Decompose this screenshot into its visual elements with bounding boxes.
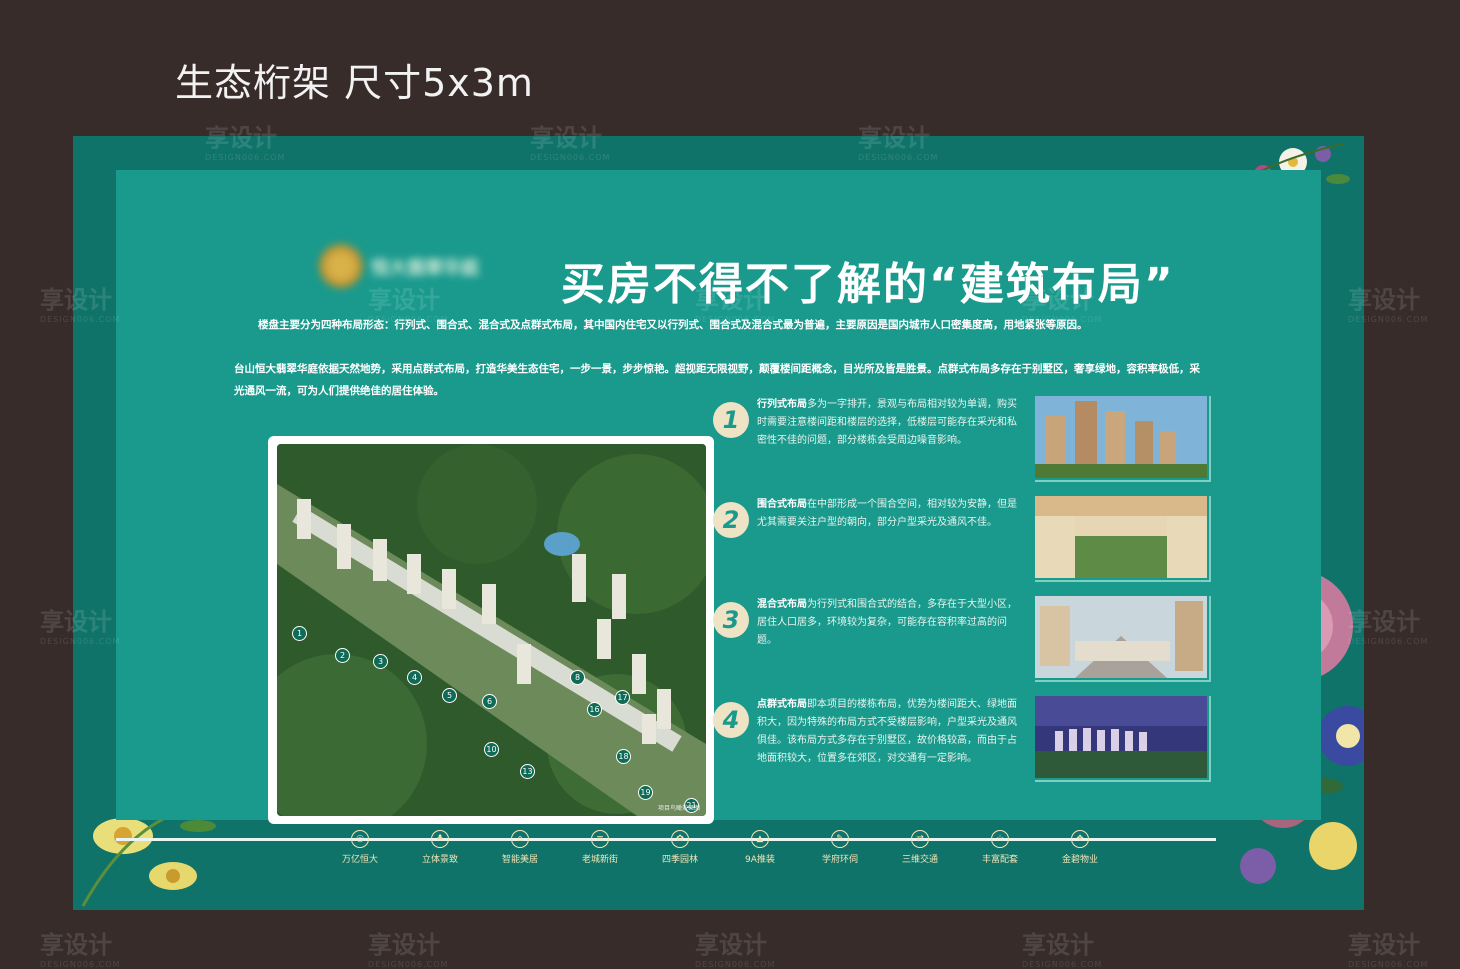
- building-pin: 19: [638, 785, 653, 800]
- facility-icon: ☆: [991, 830, 1009, 848]
- building-pin: 17: [615, 690, 630, 705]
- layout-title: 行列式布局: [757, 399, 807, 410]
- watermark: 享设计 DESIGN006.COM: [40, 608, 121, 646]
- feature-label: 三维交通: [901, 855, 938, 865]
- home-icon: ⌂: [511, 830, 529, 848]
- building-pin: 8: [570, 670, 585, 685]
- building-pin: 2: [335, 648, 350, 663]
- feature-label: 智能美居: [501, 855, 538, 865]
- feature-item: ✿ 四季园林: [650, 830, 710, 865]
- feature-item: ⇄ 三维交通: [890, 830, 950, 865]
- watermark: 享设计 DESIGN006.COM: [368, 931, 449, 969]
- watermark: 享设计 DESIGN006.COM: [1022, 286, 1103, 324]
- tree-icon: ♣: [431, 830, 449, 848]
- traffic-icon: ⇄: [911, 830, 929, 848]
- feature-label: 四季园林: [661, 855, 698, 865]
- school-icon: ✎: [831, 830, 849, 848]
- building-pin: 1: [292, 626, 307, 641]
- watermark: 享设计 DESIGN006.COM: [530, 124, 611, 162]
- building-pin: 18: [616, 749, 631, 764]
- watermark: 享设计 DESIGN006.COM: [1022, 931, 1103, 969]
- layout-item-4: 4 点群式布局即本项目的楼栋布局，优势为楼间距大、绿地面积大，因为特殊的布局方式…: [713, 696, 1211, 792]
- watermark: 享设计 DESIGN006.COM: [205, 124, 286, 162]
- garden-icon: ✿: [671, 830, 689, 848]
- layout-description: 围合式布局在中部形成一个围合空间，相对较为安静，但是尤其需要关注户型的朝向，部分…: [757, 496, 1019, 532]
- layout-title: 混合式布局: [757, 599, 807, 610]
- building-pin: 3: [373, 654, 388, 669]
- building-pin: 6: [482, 694, 497, 709]
- feature-item: ≡ 老城新街: [570, 830, 630, 865]
- page-caption: 生态桁架 尺寸5x3m: [175, 61, 534, 105]
- content-panel: 恒大翡翠华庭 买房不得不了解的“建筑布局” 楼盘主要分为四种布局形态：行列式、围…: [116, 170, 1321, 841]
- layout-item-2: 2 围合式布局在中部形成一个围合空间，相对较为安静，但是尤其需要关注户型的朝向，…: [713, 496, 1211, 592]
- feature-label: 金碧物业: [1061, 855, 1098, 865]
- photo-note: 项目鸟瞰效果图: [657, 805, 700, 812]
- watermark: 享设计 DESIGN006.COM: [40, 286, 121, 324]
- street-icon: ≡: [591, 830, 609, 848]
- feature-item: ♣ 立体景致: [410, 830, 470, 865]
- building-pin: 4: [407, 670, 422, 685]
- watermark: 享设计 DESIGN006.COM: [40, 931, 121, 969]
- feature-item: ✎ 学府环伺: [810, 830, 870, 865]
- feature-label: 立体景致: [421, 855, 458, 865]
- watermark: 享设计 DESIGN006.COM: [695, 286, 776, 324]
- layout-photo: [1035, 496, 1211, 582]
- feature-label: 丰富配套: [981, 855, 1018, 865]
- number-badge: 1: [713, 402, 749, 438]
- layout-description: 混合式布局为行列式和围合式的结合，多存在于大型小区，居住人口居多，环境较为复杂，…: [757, 596, 1019, 650]
- feature-item: ◎ 万亿恒大: [330, 830, 390, 865]
- watermark: 享设计 DESIGN006.COM: [1348, 931, 1429, 969]
- number-badge: 2: [713, 502, 749, 538]
- building-pin: 10: [484, 742, 499, 757]
- building-icon: ▲: [751, 830, 769, 848]
- layout-title: 点群式布局: [757, 699, 807, 710]
- layout-description: 行列式布局多为一字排开，景观与布局相对较为单调，购买时需要注意楼间距和楼层的选择…: [757, 396, 1019, 450]
- layout-item-3: 3 混合式布局为行列式和围合式的结合，多存在于大型小区，居住人口居多，环境较为复…: [713, 596, 1211, 692]
- feature-item: ☆ 丰富配套: [970, 830, 1030, 865]
- service-icon: ❖: [1071, 830, 1089, 848]
- watermark: 享设计 DESIGN006.COM: [695, 931, 776, 969]
- number-badge: 3: [713, 602, 749, 638]
- feature-row: ◎ 万亿恒大 ♣ 立体景致 ⌂ 智能美居 ≡ 老城新街 ✿ 四季园林 ▲ 9A推装 ✎ 学府环…: [323, 830, 1123, 870]
- watermark: 享设计 DESIGN006.COM: [368, 286, 449, 324]
- feature-item: ▲ 9A推装: [730, 830, 790, 865]
- number-badge: 4: [713, 702, 749, 738]
- building-pin: 16: [587, 702, 602, 717]
- feature-item: ⌂ 智能美居: [490, 830, 550, 865]
- layout-photo: [1035, 396, 1211, 482]
- building-pin: 13: [520, 764, 535, 779]
- layout-photo: [1035, 696, 1211, 782]
- layout-description: 点群式布局即本项目的楼栋布局，优势为楼间距大、绿地面积大，因为特殊的布局方式不受…: [757, 696, 1019, 768]
- aerial-photo: 1 2 3 4 5 6 8 10 13 16 17 18 19 21 项目鸟瞰效…: [277, 444, 706, 816]
- layout-item-1: 1 行列式布局多为一字排开，景观与布局相对较为单调，购买时需要注意楼间距和楼层的…: [713, 396, 1211, 492]
- layout-photo: [1035, 596, 1211, 682]
- feature-item: ❖ 金碧物业: [1050, 830, 1110, 865]
- feature-label: 学府环伺: [821, 855, 858, 865]
- display-board: 恒大翡翠华庭 买房不得不了解的“建筑布局” 楼盘主要分为四种布局形态：行列式、围…: [73, 136, 1364, 910]
- award-icon: ◎: [351, 830, 369, 848]
- watermark: 享设计 DESIGN006.COM: [858, 124, 939, 162]
- feature-label: 万亿恒大: [341, 855, 378, 865]
- watermark: 享设计 DESIGN006.COM: [1348, 286, 1429, 324]
- building-pin: 5: [442, 688, 457, 703]
- logo-emblem-icon: [319, 244, 363, 288]
- feature-label: 9A推装: [745, 855, 775, 865]
- feature-label: 老城新街: [581, 855, 618, 865]
- watermark: 享设计 DESIGN006.COM: [1348, 608, 1429, 646]
- logo-text: 恒大翡翠华庭: [371, 258, 479, 279]
- layout-title: 围合式布局: [757, 499, 807, 510]
